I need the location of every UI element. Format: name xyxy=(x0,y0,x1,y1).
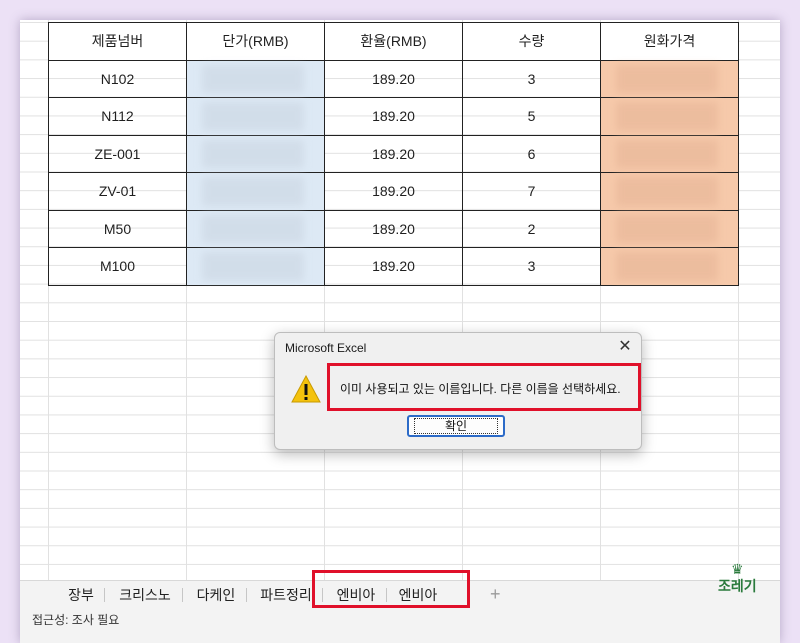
cell-rate[interactable]: 189.20 xyxy=(324,97,463,136)
cell-product[interactable]: M100 xyxy=(48,247,187,286)
crown-icon: ♛ xyxy=(731,561,744,577)
sheet-tab-active[interactable]: 엔비아 xyxy=(392,585,444,607)
add-sheet-icon[interactable]: + xyxy=(490,584,501,605)
table-row: N112 189.20 5 xyxy=(48,97,739,136)
cell-unit-price-blurred[interactable] xyxy=(186,97,325,136)
table-row: M100 189.20 3 xyxy=(48,247,739,286)
cell-qty[interactable]: 6 xyxy=(462,134,601,173)
header-row: 제품넘버 단가(RMB) 환율(RMB) 수량 원화가격 xyxy=(48,22,739,61)
dialog-title: Microsoft Excel xyxy=(285,341,367,355)
sheet-tab[interactable]: 크리스노 xyxy=(112,585,178,605)
sheet-tab[interactable]: 장부 xyxy=(60,585,102,605)
excel-window: 제품넘버 단가(RMB) 환율(RMB) 수량 원화가격 N102 189.20… xyxy=(20,20,780,643)
cell-unit-price-blurred[interactable] xyxy=(186,59,325,98)
sheet-tab-bar: 장부 크리스노 다케인 파트정리 엔비아 엔비아 + xyxy=(20,580,780,608)
cell-rate[interactable]: 189.20 xyxy=(324,247,463,286)
cell-product[interactable]: M50 xyxy=(48,209,187,248)
cell-qty[interactable]: 3 xyxy=(462,247,601,286)
cell-krw-price-blurred[interactable] xyxy=(600,172,739,211)
cell-rate[interactable]: 189.20 xyxy=(324,172,463,211)
dialog-message: 이미 사용되고 있는 이름입니다. 다른 이름을 선택하세요. xyxy=(340,382,621,396)
sheet-tab[interactable]: 다케인 xyxy=(190,585,242,605)
header-unit-price[interactable]: 단가(RMB) xyxy=(186,22,325,61)
cell-unit-price-blurred[interactable] xyxy=(186,209,325,248)
cell-product[interactable]: N102 xyxy=(48,59,187,98)
cell-qty[interactable]: 2 xyxy=(462,209,601,248)
header-krw-price[interactable]: 원화가격 xyxy=(600,22,739,61)
warning-icon xyxy=(291,375,321,403)
header-exchange-rate[interactable]: 환율(RMB) xyxy=(324,22,463,61)
cell-qty[interactable]: 7 xyxy=(462,172,601,211)
brand-name: 조레기 xyxy=(718,578,757,594)
table-row: ZV-01 189.20 7 xyxy=(48,172,739,211)
accessibility-status[interactable]: 접근성: 조사 필요 xyxy=(32,611,119,628)
table-row: N102 189.20 3 xyxy=(48,59,739,98)
brand-logo: ♛ 조레기 xyxy=(718,562,757,596)
header-product-number[interactable]: 제품넘버 xyxy=(48,22,187,61)
cell-qty[interactable]: 3 xyxy=(462,59,601,98)
ok-button[interactable]: 확인 xyxy=(407,415,505,437)
cell-unit-price-blurred[interactable] xyxy=(186,172,325,211)
sheet-tab[interactable]: 엔비아 xyxy=(330,585,382,605)
cell-qty[interactable]: 5 xyxy=(462,97,601,136)
cell-unit-price-blurred[interactable] xyxy=(186,247,325,286)
header-quantity[interactable]: 수량 xyxy=(462,22,601,61)
cell-rate[interactable]: 189.20 xyxy=(324,59,463,98)
cell-product[interactable]: ZV-01 xyxy=(48,172,187,211)
error-dialog: Microsoft Excel ✕ 이미 사용되고 있는 이름입니다. 다른 이… xyxy=(274,332,642,450)
table-row: M50 189.20 2 xyxy=(48,209,739,248)
cell-product[interactable]: N112 xyxy=(48,97,187,136)
cell-krw-price-blurred[interactable] xyxy=(600,209,739,248)
product-table: 제품넘버 단가(RMB) 환율(RMB) 수량 원화가격 N102 189.20… xyxy=(48,22,739,286)
cell-rate[interactable]: 189.20 xyxy=(324,209,463,248)
close-icon[interactable]: ✕ xyxy=(615,337,635,357)
cell-krw-price-blurred[interactable] xyxy=(600,97,739,136)
cell-rate[interactable]: 189.20 xyxy=(324,134,463,173)
cell-krw-price-blurred[interactable] xyxy=(600,247,739,286)
cell-unit-price-blurred[interactable] xyxy=(186,134,325,173)
cell-krw-price-blurred[interactable] xyxy=(600,59,739,98)
status-bar: 접근성: 조사 필요 xyxy=(20,608,780,643)
cell-krw-price-blurred[interactable] xyxy=(600,134,739,173)
sheet-tab[interactable]: 파트정리 xyxy=(254,585,318,605)
message-highlight: 이미 사용되고 있는 이름입니다. 다른 이름을 선택하세요. xyxy=(327,363,641,411)
ok-button-label: 확인 xyxy=(413,418,499,434)
table-row: ZE-001 189.20 6 xyxy=(48,134,739,173)
cell-product[interactable]: ZE-001 xyxy=(48,134,187,173)
